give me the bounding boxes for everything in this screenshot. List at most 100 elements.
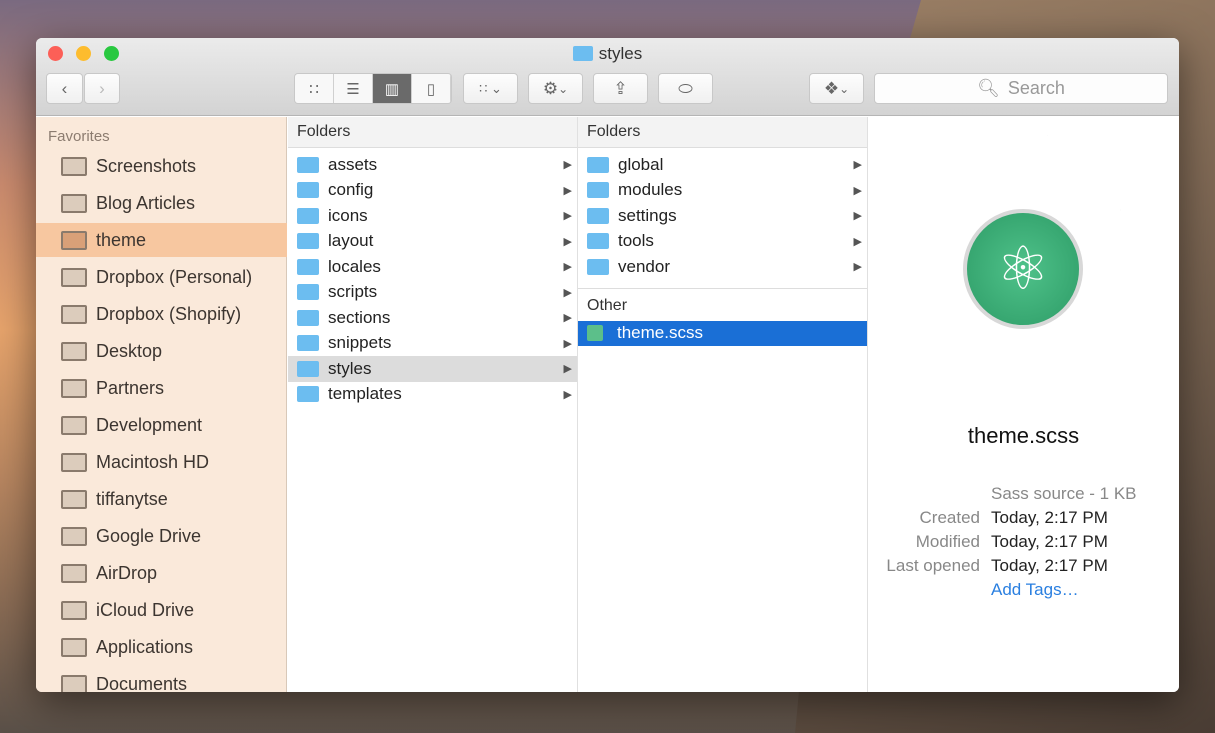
file-kind: Sass source - 1 KB — [991, 484, 1137, 503]
file-item-theme-scss[interactable]: theme.scss — [578, 320, 867, 346]
opened-value: Today, 2:17 PM — [991, 556, 1108, 575]
share-button[interactable]: ⇪ — [593, 73, 648, 104]
folder-icon — [61, 637, 87, 657]
chevron-right-icon: ▶ — [563, 235, 572, 248]
action-gear-button[interactable]: ⚙ ⌄ — [528, 73, 583, 104]
folder-icon — [61, 267, 87, 287]
list-view-button[interactable]: ☰ — [334, 74, 373, 103]
folder-icon — [587, 182, 609, 199]
sidebar-item[interactable]: theme — [36, 223, 287, 257]
sidebar-item[interactable]: Documents — [36, 667, 287, 692]
folder-item[interactable]: modules ▶ — [578, 178, 867, 204]
sidebar-item[interactable]: Blog Articles — [36, 186, 287, 220]
folder-item[interactable]: global ▶ — [578, 152, 867, 178]
column-view-button[interactable]: ▥ — [373, 74, 412, 103]
icon-view-button[interactable]: ∷ — [295, 74, 334, 103]
atom-file-icon — [587, 325, 603, 342]
sidebar-item[interactable]: Screenshots — [36, 149, 287, 183]
other-header: Other — [578, 287, 867, 321]
folder-icon — [61, 230, 87, 250]
sidebar-item[interactable]: Google Drive — [36, 519, 287, 553]
folder-icon — [61, 452, 87, 472]
window-title: styles — [36, 44, 1179, 64]
sidebar-heading: Favorites — [48, 128, 110, 145]
folder-item[interactable]: locales ▶ — [288, 254, 577, 280]
chevron-right-icon: ▶ — [563, 388, 572, 401]
folder-item[interactable]: config ▶ — [288, 178, 577, 204]
folder-icon — [297, 156, 319, 173]
sidebar: Favorites Screenshots Blog Articles theme D… — [36, 117, 287, 692]
file-metadata: Sass source - 1 KB Created Today, 2:17 PM… — [868, 484, 1179, 604]
folder-icon — [587, 258, 609, 275]
preview-pane: ⚛ theme.scss Sass source - 1 KB Created T… — [868, 117, 1179, 692]
sidebar-item[interactable]: Applications — [36, 630, 287, 664]
sidebar-item[interactable]: AirDrop — [36, 556, 287, 590]
created-label: Created — [919, 508, 980, 527]
sidebar-item[interactable]: Macintosh HD — [36, 445, 287, 479]
folder-icon — [572, 46, 593, 61]
chevron-right-icon: ▶ — [563, 261, 572, 274]
back-button[interactable]: ‹ — [46, 73, 83, 104]
folder-item[interactable]: snippets ▶ — [288, 331, 577, 357]
atom-icon: ⚛ — [963, 209, 1083, 329]
chevron-right-icon: ▶ — [853, 210, 862, 223]
sidebar-item[interactable]: Desktop — [36, 334, 287, 368]
folder-icon — [297, 386, 319, 403]
folder-icon — [587, 233, 609, 250]
chevron-right-icon: ▶ — [563, 184, 572, 197]
folder-icon — [61, 526, 87, 546]
folder-item[interactable]: tools ▶ — [578, 229, 867, 255]
coverflow-view-button[interactable]: ▯ — [412, 74, 451, 103]
sidebar-item[interactable]: Development — [36, 408, 287, 442]
folder-item[interactable]: sections ▶ — [288, 305, 577, 331]
sidebar-item[interactable]: Dropbox (Personal) — [36, 260, 287, 294]
sidebar-item[interactable]: Partners — [36, 371, 287, 405]
folder-item[interactable]: layout ▶ — [288, 229, 577, 255]
chevron-right-icon: ▶ — [853, 159, 862, 172]
forward-button[interactable]: › — [84, 73, 120, 104]
folder-item[interactable]: scripts ▶ — [288, 280, 577, 306]
folder-icon — [297, 207, 319, 224]
sidebar-item[interactable]: tiffanytse — [36, 482, 287, 516]
sidebar-item[interactable]: Dropbox (Shopify) — [36, 297, 287, 331]
folder-icon — [587, 207, 609, 224]
chevron-right-icon: ▶ — [563, 337, 572, 350]
arrange-button[interactable]: ∷ ⌄ — [463, 73, 518, 104]
folder-item[interactable]: assets ▶ — [288, 152, 577, 178]
folder-icon — [297, 309, 319, 326]
chevron-right-icon: ▶ — [563, 286, 572, 299]
finder-window: styles ‹ › ∷ ☰ ▥ ▯ ∷ ⌄ ⚙ ⌄ ⇪ ⬭ ❖ ⌄ 🔍︎ Searc… — [36, 38, 1179, 692]
chevron-right-icon: ▶ — [853, 235, 862, 248]
chevron-right-icon: ▶ — [563, 363, 572, 376]
tags-button[interactable]: ⬭ — [658, 73, 713, 104]
folder-icon — [61, 156, 87, 176]
chevron-right-icon: ▶ — [563, 210, 572, 223]
folder-icon — [297, 258, 319, 275]
chevron-right-icon: ▶ — [853, 184, 862, 197]
folder-icon — [61, 600, 87, 620]
preview-filename: theme.scss — [967, 423, 1080, 448]
folder-item[interactable]: icons ▶ — [288, 203, 577, 229]
folder-item[interactable]: vendor ▶ — [578, 254, 867, 280]
chevron-right-icon: ▶ — [563, 312, 572, 325]
folder-item[interactable]: templates ▶ — [288, 382, 577, 408]
chevron-right-icon: ▶ — [563, 159, 572, 172]
folder-icon — [297, 233, 319, 250]
add-tags-link[interactable]: Add Tags… — [991, 580, 1079, 604]
search-input[interactable]: 🔍︎ Search — [874, 73, 1168, 104]
folder-icon — [61, 489, 87, 509]
modified-value: Today, 2:17 PM — [991, 532, 1108, 551]
column-header: Folders — [578, 117, 867, 148]
folder-icon — [297, 360, 319, 377]
folder-icon — [297, 335, 319, 352]
folder-icon — [587, 156, 609, 173]
dropbox-button[interactable]: ❖ ⌄ — [809, 73, 864, 104]
column-header: Folders — [288, 117, 577, 148]
folder-item[interactable]: settings ▶ — [578, 203, 867, 229]
chevron-right-icon: ▶ — [853, 261, 862, 274]
sidebar-item[interactable]: iCloud Drive — [36, 593, 287, 627]
folder-icon — [61, 415, 87, 435]
toolbar: styles ‹ › ∷ ☰ ▥ ▯ ∷ ⌄ ⚙ ⌄ ⇪ ⬭ ❖ ⌄ 🔍︎ Searc… — [36, 38, 1179, 116]
folder-icon — [61, 341, 87, 361]
folder-item[interactable]: styles ▶ — [288, 356, 577, 382]
